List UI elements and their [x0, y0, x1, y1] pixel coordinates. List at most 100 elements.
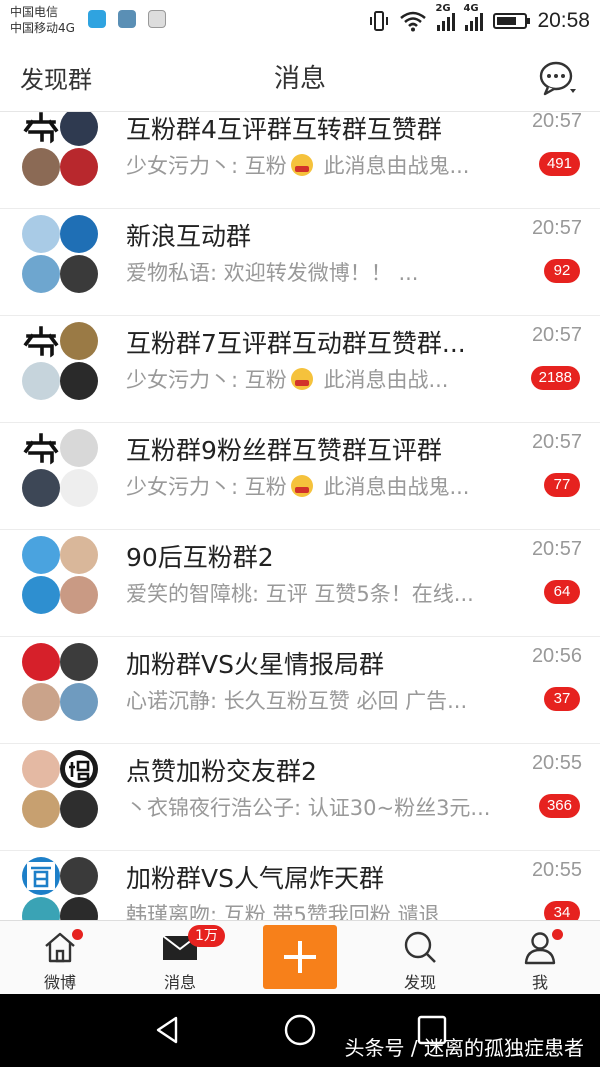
member-avatar-photo [60, 683, 98, 721]
member-avatar-photo [60, 469, 98, 507]
group-name: 互粉群4互评群互转群互赞群 [126, 115, 442, 144]
conversation-row[interactable]: 互粉群9粉丝群互赞群互评群 20:57 少女污力丶: 互粉 此消息由战鬼... 77 [0, 423, 600, 530]
member-avatar-photo [60, 576, 98, 614]
qi-logo-icon [22, 429, 60, 467]
tab-me[interactable]: 我 [480, 921, 600, 995]
preview-text-suffix: 此消息由战鬼... [316, 475, 470, 499]
network-type-1: 2G [435, 3, 451, 14]
group-name: 加粉群VS人气屌炸天群 [126, 864, 384, 893]
conversation-row[interactable]: 加粉群VS火星情报局群 20:56 心诺沉静: 长久互粉互赞 必回 广告... 37 [0, 637, 600, 744]
watermark-text: 头条号 / 迷离的孤独症患者 [344, 1036, 584, 1060]
conversation-row[interactable]: 加粉群VS人气屌炸天群 20:55 韩瑾离吻: 互粉 带5赞我回粉 谴退 34 [0, 851, 600, 920]
message-preview: 少女污力丶: 互粉 此消息由战鬼... [126, 471, 516, 501]
group-name: 90后互粉群2 [126, 543, 274, 572]
weibo-messages-screen: 中国电信 中国移动4G 2G 4G 20:58 发现群 消息 互粉群4互评群互转… [0, 0, 600, 1067]
tab-home[interactable]: 微博 [0, 921, 120, 995]
preview-text: 互粉 [244, 475, 287, 499]
red-envelope-emoji-icon [290, 154, 313, 176]
compose-button[interactable] [263, 925, 337, 989]
qi-logo-icon [22, 112, 60, 146]
messages-badge: 1万 [188, 925, 225, 947]
network-type-2: 4G [463, 3, 479, 14]
member-avatar-photo [60, 643, 98, 681]
preview-sender: 少女污力丶: [126, 154, 245, 178]
qr-icon [148, 10, 166, 28]
back-icon[interactable] [150, 1012, 186, 1048]
conversation-list[interactable]: 互粉群4互评群互转群互赞群 20:57 少女污力丶: 互粉 此消息由战鬼... 491… [0, 112, 600, 920]
preview-text: 互粉 [244, 368, 287, 392]
member-avatar-photo [60, 322, 98, 360]
tab-messages-label: 消息 [163, 973, 196, 992]
signal-icon: 2G [435, 3, 456, 31]
tab-me-label: 我 [531, 973, 548, 992]
search-icon [404, 931, 436, 963]
conversation-row[interactable]: 新浪互动群 20:57 爱物私语: 欢迎转发微博！！ ... 92 [0, 209, 600, 316]
unread-count-badge: 2188 [530, 366, 580, 390]
preview-text: 认证30~粉丝3元... [307, 796, 491, 820]
status-bar: 中国电信 中国移动4G 2G 4G 20:58 [0, 0, 600, 42]
conversation-row[interactable]: 90后互粉群2 20:57 爱笑的智障桃: 互评 互赞5条！在线... 64 [0, 530, 600, 637]
member-avatar-photo [22, 536, 60, 574]
preview-text-suffix: 此消息由战鬼... [316, 154, 470, 178]
group-name: 互粉群9粉丝群互赞群互评群 [126, 436, 442, 465]
me-unread-dot [552, 929, 563, 940]
message-preview: 丶衣锦夜行浩公子: 认证30~粉丝3元... [126, 792, 516, 822]
chat-bubble-icon[interactable] [538, 60, 578, 96]
preview-text: 欢迎转发微博！！ ... [223, 261, 419, 285]
member-avatar-photo [60, 148, 98, 186]
group-avatar [22, 643, 100, 721]
preview-sender: 爱物私语: [126, 261, 224, 285]
member-avatar-photo [22, 643, 60, 681]
member-avatar-photo [60, 790, 98, 828]
top-nav-bar: 发现群 消息 [0, 42, 600, 112]
preview-text: 长久互粉互赞 必回 广告... [223, 689, 468, 713]
preview-text: 互评 互赞5条！在线... [265, 582, 474, 606]
preview-sender: 少女污力丶: [126, 368, 245, 392]
tab-messages[interactable]: 1万 消息 [120, 921, 240, 995]
message-time: 20:57 [531, 431, 582, 453]
preview-sender: 少女污力丶: [126, 475, 245, 499]
message-time: 20:55 [531, 859, 582, 881]
conversation-row[interactable]: 点赞加粉交友群2 20:55 丶衣锦夜行浩公子: 认证30~粉丝3元... 366 [0, 744, 600, 851]
status-time: 20:58 [537, 9, 590, 32]
discover-groups-link[interactable]: 发现群 [20, 60, 92, 95]
message-time: 20:57 [531, 112, 582, 132]
message-time: 20:56 [531, 645, 582, 667]
carrier-info: 中国电信 中国移动4G [10, 4, 75, 36]
page-title: 消息 [273, 64, 326, 94]
message-preview: 少女污力丶: 互粉 此消息由战... [126, 364, 516, 394]
status-indicators: 2G 4G 20:58 [369, 3, 590, 36]
conversation-row[interactable]: 互粉群4互评群互转群互赞群 20:57 少女污力丶: 互粉 此消息由战鬼... 491 [0, 112, 600, 209]
conversation-row[interactable]: 互粉群7互评群互动群互赞群... 20:57 少女污力丶: 互粉 此消息由战... 2… [0, 316, 600, 423]
bottom-tab-bar: 微博 1万 消息 发现 我 [0, 920, 600, 994]
guan-logo-icon [22, 857, 60, 895]
preview-sender: 心诺沉静: [126, 689, 224, 713]
member-avatar-photo [22, 255, 60, 293]
status-app-icon [118, 10, 136, 28]
home-circle-icon[interactable] [282, 1012, 318, 1048]
red-envelope-emoji-icon [290, 368, 313, 390]
member-avatar-photo [22, 215, 60, 253]
message-preview: 少女污力丶: 互粉 此消息由战鬼... [126, 150, 516, 180]
member-avatar-photo [60, 362, 98, 400]
home-unread-dot [72, 929, 83, 940]
message-preview: 爱笑的智障桃: 互评 互赞5条！在线... [126, 578, 516, 608]
member-avatar-photo [22, 362, 60, 400]
system-nav-bar: 头条号 / 迷离的孤独症患者 [0, 994, 600, 1067]
member-avatar-photo [22, 750, 60, 788]
message-time: 20:57 [531, 324, 582, 346]
unread-count-badge: 34 [544, 901, 580, 920]
group-name: 互粉群7互评群互动群互赞群... [126, 329, 466, 358]
tab-discover[interactable]: 发现 [360, 921, 480, 995]
message-time: 20:57 [531, 217, 582, 239]
group-avatar [22, 750, 100, 828]
group-name: 点赞加粉交友群2 [126, 757, 317, 786]
unread-count-badge: 491 [538, 152, 580, 176]
member-avatar-photo [22, 469, 60, 507]
unread-count-badge: 64 [544, 580, 580, 604]
member-avatar-photo [22, 683, 60, 721]
qi-logo-icon [22, 322, 60, 360]
carrier-1: 中国电信 [10, 5, 59, 19]
group-avatar [22, 429, 100, 507]
status-app-icon [88, 10, 106, 28]
